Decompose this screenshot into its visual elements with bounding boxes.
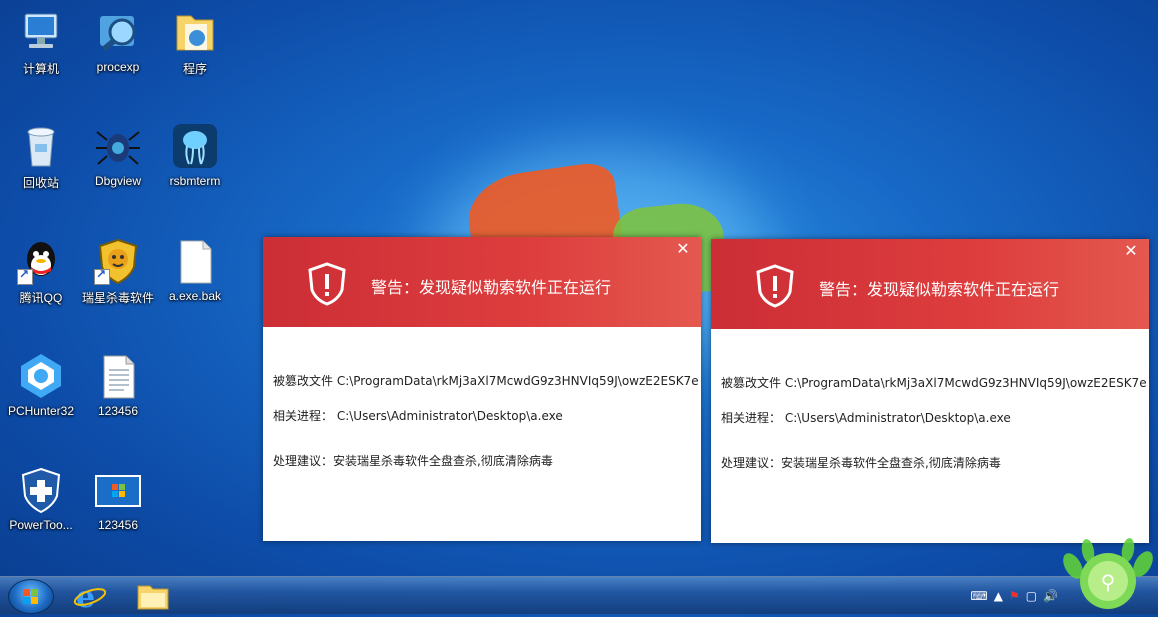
desktop-icon-powertool[interactable]: PowerToo... <box>4 466 78 532</box>
windows-logo-icon <box>23 589 38 604</box>
desktop-icon-bak-file[interactable]: a.exe.bak <box>158 237 232 303</box>
desktop-icon-procexp[interactable]: procexp <box>81 8 155 74</box>
close-icon[interactable]: ✕ <box>675 241 691 257</box>
shortcut-arrow-icon <box>94 267 110 285</box>
text-file-icon <box>94 352 142 400</box>
related-process-line: 相关进程： C:\Users\Administrator\Desktop\a.e… <box>721 411 1011 425</box>
folder-icon <box>171 8 219 56</box>
volume-icon[interactable]: 🔊 <box>1043 589 1058 603</box>
desktop-icon-label: PowerToo... <box>9 518 73 532</box>
taskbar-app-ie[interactable]: e <box>66 579 118 615</box>
system-tray: ⌨ ▲ ⚑ ▢ 🔊 <box>970 577 1058 614</box>
related-process-line: 相关进程： C:\Users\Administrator\Desktop\a.e… <box>273 409 563 423</box>
desktop-icon-label: procexp <box>96 60 140 74</box>
desktop-icon-label: 程序 <box>182 62 207 76</box>
desktop-icon-label: Dbgview <box>94 174 142 188</box>
show-hidden-icon[interactable]: ▲ <box>994 589 1003 603</box>
file-explorer-icon <box>137 585 169 610</box>
internet-explorer-icon: e <box>73 580 107 615</box>
desktop-icon-dbgview[interactable]: Dbgview <box>81 122 155 188</box>
computer-icon <box>17 8 65 56</box>
desktop-icon-label: rsbmterm <box>169 174 221 188</box>
shield-warning-icon <box>307 262 347 306</box>
powertool-icon <box>17 466 65 514</box>
desktop-icon-label: 回收站 <box>22 176 59 190</box>
desktop-icon-text-file[interactable]: 123456 <box>81 352 155 418</box>
shield-warning-icon <box>755 264 795 308</box>
desktop-icon-image-file[interactable]: 123456 <box>81 466 155 532</box>
rising-antivirus-icon <box>94 237 142 285</box>
network-icon[interactable]: ▢ <box>1026 589 1037 603</box>
procexp-icon <box>94 8 142 56</box>
tampered-file-line: 被篡改文件 C:\ProgramData\rkMj3aXl7McwdG9z3HN… <box>721 376 1147 390</box>
close-icon[interactable]: ✕ <box>1123 243 1139 259</box>
recycle-bin-icon <box>17 122 65 170</box>
desktop-icon-label: a.exe.bak <box>168 289 222 303</box>
image-file-icon <box>94 466 142 514</box>
start-button[interactable] <box>8 579 54 614</box>
desktop-icon-pchunter[interactable]: PCHunter32 <box>4 352 78 418</box>
desktop-icon-label: 123456 <box>97 404 139 418</box>
file-icon <box>171 237 219 285</box>
svg-text:⚲: ⚲ <box>1101 570 1116 594</box>
qq-icon <box>17 237 65 285</box>
desktop-icon-recycle-bin[interactable]: 回收站 <box>4 122 78 191</box>
desktop-icon-label: 123456 <box>97 518 139 532</box>
pchunter-icon <box>17 352 65 400</box>
taskbar-app-explorer[interactable] <box>128 579 180 612</box>
desktop-icon-rising-antivirus[interactable]: 瑞星杀毒软件 <box>81 237 155 306</box>
flag-icon[interactable]: ⚑ <box>1009 589 1020 603</box>
desktop-icon-rsbmterm[interactable]: rsbmterm <box>158 122 232 188</box>
desktop-icon-label: 瑞星杀毒软件 <box>81 291 154 305</box>
alert-title: 警告：发现疑似勒索软件正在运行 <box>819 280 1060 299</box>
desktop-icon-label: 计算机 <box>22 62 59 76</box>
rsbmterm-icon <box>171 122 219 170</box>
advice-line: 处理建议：安装瑞星杀毒软件全盘查杀,彻底清除病毒 <box>273 454 553 468</box>
shortcut-arrow-icon <box>17 267 33 285</box>
desktop-icon-folder[interactable]: 程序 <box>158 8 232 77</box>
alert-header: ✕ 警告：发现疑似勒索软件正在运行 <box>263 237 701 327</box>
desktop: 计算机 回收站 腾讯QQ PCHunter32 PowerToo... proc… <box>0 0 1158 576</box>
dbgview-icon <box>94 122 142 170</box>
desktop-icon-qq[interactable]: 腾讯QQ <box>4 237 78 306</box>
tampered-file-line: 被篡改文件 C:\ProgramData\rkMj3aXl7McwdG9z3HN… <box>273 374 699 388</box>
alert-title: 警告：发现疑似勒索软件正在运行 <box>371 278 612 297</box>
rising-mascot-widget[interactable]: ⚲ <box>1058 536 1158 613</box>
ransomware-alert-window: ✕ 警告：发现疑似勒索软件正在运行 被篡改文件 C:\ProgramData\r… <box>263 237 701 541</box>
ransomware-alert-window: ✕ 警告：发现疑似勒索软件正在运行 被篡改文件 C:\ProgramData\r… <box>711 239 1149 543</box>
keyboard-icon[interactable]: ⌨ <box>970 589 987 603</box>
desktop-icon-label: PCHunter32 <box>7 404 75 418</box>
advice-line: 处理建议：安装瑞星杀毒软件全盘查杀,彻底清除病毒 <box>721 456 1001 470</box>
alert-header: ✕ 警告：发现疑似勒索软件正在运行 <box>711 239 1149 329</box>
taskbar: e ⌨ ▲ ⚑ ▢ 🔊 <box>0 576 1158 615</box>
desktop-icon-computer[interactable]: 计算机 <box>4 8 78 77</box>
desktop-icon-label: 腾讯QQ <box>19 291 63 305</box>
